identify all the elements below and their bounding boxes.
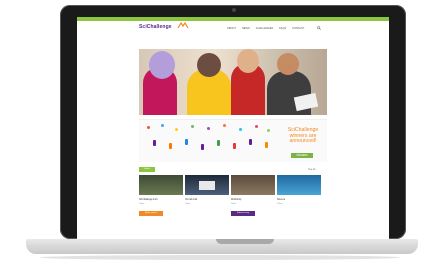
video-meta: Video bbox=[277, 203, 283, 205]
banner-line: announced! bbox=[289, 138, 317, 144]
video-card[interactable] bbox=[185, 175, 229, 195]
logo-mark-icon bbox=[177, 22, 189, 29]
video-title: Our lab visit bbox=[185, 199, 198, 201]
celebrating-figure bbox=[185, 139, 188, 145]
site-logo[interactable]: SciChallenge bbox=[139, 24, 172, 30]
balloon bbox=[267, 129, 270, 132]
nav-item-contact[interactable]: CONTACT bbox=[292, 27, 304, 30]
balloon bbox=[223, 124, 226, 127]
video-meta: Video bbox=[139, 203, 145, 205]
submit-entry-button[interactable]: Submit entry bbox=[231, 211, 255, 216]
video-card[interactable] bbox=[231, 175, 275, 195]
logo-text: SciChallenge bbox=[139, 24, 172, 30]
balloon bbox=[175, 128, 178, 131]
balloon bbox=[207, 127, 210, 130]
student-head bbox=[197, 53, 221, 77]
celebrating-figure bbox=[249, 139, 252, 145]
balloon bbox=[191, 125, 194, 128]
student-head bbox=[277, 53, 299, 75]
balloon bbox=[239, 128, 242, 131]
see-all-link[interactable]: See all bbox=[308, 168, 315, 171]
video-title: Science bbox=[277, 199, 286, 201]
base-edge bbox=[26, 245, 418, 246]
student-head bbox=[237, 49, 259, 73]
celebrating-figure bbox=[233, 143, 236, 149]
search-icon[interactable] bbox=[317, 26, 321, 30]
celebrating-figure bbox=[153, 140, 156, 146]
video-card[interactable] bbox=[277, 175, 321, 195]
laptop-shadow bbox=[40, 255, 400, 260]
celebrating-figure bbox=[201, 144, 204, 150]
laptop-base bbox=[26, 239, 418, 254]
winners-banner: SciChallenge winners are announced! WINN… bbox=[139, 119, 327, 162]
section-label-videos: Videos bbox=[139, 167, 155, 172]
nav-item-news[interactable]: NEWS bbox=[242, 27, 250, 30]
balloon bbox=[255, 125, 258, 128]
student-head bbox=[149, 51, 175, 79]
nav-item-about[interactable]: ABOUT bbox=[227, 27, 236, 30]
video-title: SciChallenge intro bbox=[139, 199, 158, 201]
laptop-screen: SciChallenge ABOUT NEWS CHALLENGES FAQS … bbox=[77, 17, 389, 239]
balloon bbox=[147, 126, 150, 129]
hero-image bbox=[139, 49, 327, 115]
nav-item-faqs[interactable]: FAQS bbox=[279, 27, 286, 30]
more-videos-button[interactable]: More videos bbox=[139, 211, 163, 216]
book bbox=[293, 92, 319, 112]
celebrating-figure bbox=[217, 140, 220, 146]
main-nav: ABOUT NEWS CHALLENGES FAQS CONTACT bbox=[227, 27, 304, 30]
webcam bbox=[232, 8, 236, 12]
video-title: Workshop bbox=[231, 199, 242, 201]
balloon bbox=[161, 124, 164, 127]
video-screen bbox=[199, 181, 215, 190]
celebrating-figure bbox=[265, 142, 268, 148]
site-header bbox=[77, 21, 389, 39]
celebrating-figure bbox=[169, 143, 172, 149]
nav-item-challenges[interactable]: CHALLENGES bbox=[256, 27, 273, 30]
video-meta: Video bbox=[185, 203, 191, 205]
winners-button[interactable]: WINNERS bbox=[291, 153, 313, 158]
video-meta: Video bbox=[231, 203, 237, 205]
base-notch bbox=[216, 239, 274, 244]
banner-headline: SciChallenge winners are announced! bbox=[283, 127, 323, 145]
video-card[interactable] bbox=[139, 175, 183, 195]
